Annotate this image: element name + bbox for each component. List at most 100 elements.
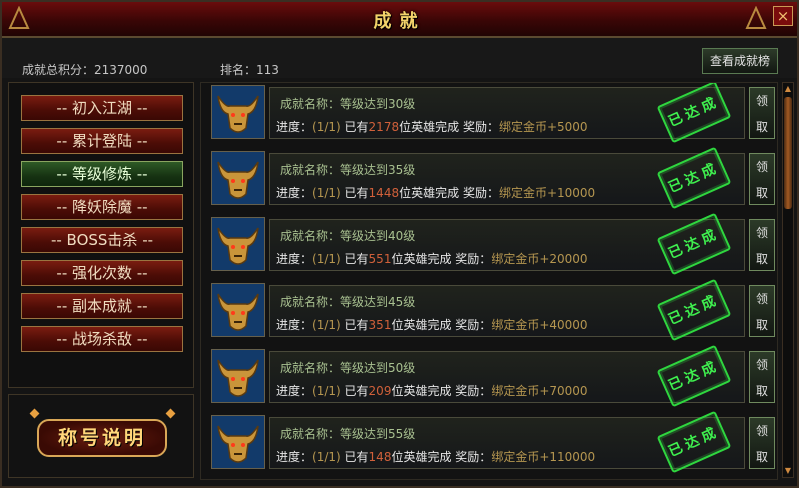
claim-label-bottom: 取 — [755, 318, 768, 332]
heroes-suffix: 位英雄完成 — [399, 186, 460, 200]
category-item[interactable]: -- 副本成就 -- — [21, 293, 183, 319]
achievement-progress: 进度：(1/1) 已有351位英雄完成 奖励：绑定金币+40000 — [276, 316, 588, 333]
achievement-progress: 进度：(1/1) 已有1448位英雄完成 奖励：绑定金币+10000 — [276, 184, 595, 201]
achievement-row: 成就名称：等级达到30级 进度：(1/1) 已有2178位英雄完成 奖励：绑定金… — [211, 83, 777, 144]
achievement-row: 成就名称：等级达到35级 进度：(1/1) 已有1448位英雄完成 奖励：绑定金… — [211, 146, 777, 210]
claim-label-bottom: 取 — [755, 120, 768, 134]
rank: 排名：113 — [220, 63, 279, 77]
achievement-progress: 进度：(1/1) 已有209位英雄完成 奖励：绑定金币+70000 — [276, 382, 588, 399]
category-item[interactable]: -- 强化次数 -- — [21, 260, 183, 286]
category-item[interactable]: -- 降妖除魔 -- — [21, 194, 183, 220]
heroes-prefix: 已有 — [344, 384, 369, 398]
achievement-row: 成就名称：等级达到40级 进度：(1/1) 已有551位英雄完成 奖励：绑定金币… — [211, 212, 777, 276]
progress-label: 进度： — [276, 384, 313, 398]
heroes-count: 148 — [368, 450, 392, 464]
heroes-prefix: 已有 — [344, 450, 369, 464]
scroll-thumb[interactable] — [784, 97, 792, 209]
category-item[interactable]: -- BOSS击杀 -- — [21, 227, 183, 253]
claim-label-top: 领 — [755, 94, 768, 108]
claim-label-bottom: 取 — [755, 450, 768, 464]
reward-value: 绑定金币+5000 — [498, 120, 588, 134]
category-sidebar: -- 初入江湖 -- -- 累计登陆 -- -- 等级修炼 -- -- 降妖除魔… — [8, 82, 194, 388]
progress-value: (1/1) — [312, 450, 341, 464]
achievement-name: 成就名称：等级达到30级 — [280, 97, 416, 111]
progress-label: 进度： — [276, 186, 313, 200]
heroes-suffix: 位英雄完成 — [391, 450, 452, 464]
window-title: 成就 — [373, 11, 426, 32]
achievement-panel: 成就名称：等级达到40级 进度：(1/1) 已有551位英雄完成 奖励：绑定金币… — [269, 212, 745, 276]
heroes-count: 209 — [368, 384, 392, 398]
claim-button[interactable]: 领取 — [749, 417, 775, 469]
bull-head-icon — [211, 85, 265, 139]
reward-label: 奖励： — [455, 318, 492, 332]
claim-label-bottom: 取 — [755, 252, 768, 266]
reward-label: 奖励： — [462, 186, 499, 200]
heroes-suffix: 位英雄完成 — [391, 384, 452, 398]
progress-value: (1/1) — [312, 186, 341, 200]
achievement-panel: 成就名称：等级达到35级 进度：(1/1) 已有1448位英雄完成 奖励：绑定金… — [269, 146, 745, 210]
progress-label: 进度： — [276, 252, 313, 266]
claim-button[interactable]: 领取 — [749, 219, 775, 271]
reward-value: 绑定金币+20000 — [491, 252, 588, 266]
scroll-up-arrow-icon[interactable]: ▲ — [783, 83, 793, 95]
title-bar: 成就 × — [2, 2, 797, 38]
completed-stamp: 已达成 — [656, 146, 732, 210]
ornament-icon — [745, 6, 767, 29]
achievement-panel: 成就名称：等级达到55级 进度：(1/1) 已有148位英雄完成 奖励：绑定金币… — [269, 410, 745, 474]
gem-icon — [29, 408, 40, 419]
progress-value: (1/1) — [312, 384, 341, 398]
achievement-progress: 进度：(1/1) 已有148位英雄完成 奖励：绑定金币+110000 — [276, 448, 595, 465]
completed-stamp: 已达成 — [656, 278, 732, 342]
heroes-suffix: 位英雄完成 — [391, 318, 452, 332]
heroes-prefix: 已有 — [344, 318, 369, 332]
heroes-prefix: 已有 — [344, 120, 369, 134]
achievement-window: 成就 × 成就总积分：2137000 排名：113 查看成就榜 -- 初入江湖 … — [0, 0, 799, 488]
claim-label-bottom: 取 — [755, 186, 768, 200]
achievement-row: 成就名称：等级达到55级 进度：(1/1) 已有148位英雄完成 奖励：绑定金币… — [211, 410, 777, 474]
achievement-name: 成就名称：等级达到40级 — [280, 229, 416, 243]
achievement-panel: 成就名称：等级达到45级 进度：(1/1) 已有351位英雄完成 奖励：绑定金币… — [269, 278, 745, 342]
claim-label-top: 领 — [755, 160, 768, 174]
reward-label: 奖励： — [455, 450, 492, 464]
reward-value: 绑定金币+70000 — [491, 384, 588, 398]
reward-label: 奖励： — [455, 384, 492, 398]
completed-stamp: 已达成 — [656, 410, 732, 474]
scrollbar[interactable]: ▲ ▼ — [782, 82, 794, 478]
heroes-count: 351 — [368, 318, 392, 332]
scroll-down-arrow-icon[interactable]: ▼ — [783, 465, 793, 477]
category-item[interactable]: -- 战场杀敌 -- — [21, 326, 183, 352]
title-explain-button[interactable]: 称号说明 — [37, 419, 167, 457]
achievement-row: 成就名称：等级达到45级 进度：(1/1) 已有351位英雄完成 奖励：绑定金币… — [211, 278, 777, 342]
achievement-panel: 成就名称：等级达到50级 进度：(1/1) 已有209位英雄完成 奖励：绑定金币… — [269, 344, 745, 408]
reward-label: 奖励： — [462, 120, 499, 134]
claim-label-top: 领 — [755, 226, 768, 240]
progress-value: (1/1) — [312, 120, 341, 134]
claim-button[interactable]: 领取 — [749, 351, 775, 403]
claim-button[interactable]: 领取 — [749, 285, 775, 337]
achievement-name: 成就名称：等级达到55级 — [280, 427, 416, 441]
view-leaderboard-button[interactable]: 查看成就榜 — [702, 48, 778, 74]
achievement-progress: 进度：(1/1) 已有551位英雄完成 奖励：绑定金币+20000 — [276, 250, 588, 267]
title-explain-panel: 称号说明 — [8, 394, 194, 478]
heroes-suffix: 位英雄完成 — [399, 120, 460, 134]
achievement-name: 成就名称：等级达到35级 — [280, 163, 416, 177]
gem-icon — [165, 408, 176, 419]
claim-button[interactable]: 领取 — [749, 87, 775, 139]
claim-button[interactable]: 领取 — [749, 153, 775, 205]
bull-head-icon — [211, 217, 265, 271]
reward-value: 绑定金币+110000 — [491, 450, 596, 464]
achievement-name: 成就名称：等级达到45级 — [280, 295, 416, 309]
category-item[interactable]: -- 累计登陆 -- — [21, 128, 183, 154]
achievement-list: 成就名称：等级达到30级 进度：(1/1) 已有2178位英雄完成 奖励：绑定金… — [200, 82, 778, 480]
progress-value: (1/1) — [312, 252, 341, 266]
progress-label: 进度： — [276, 120, 313, 134]
completed-stamp: 已达成 — [656, 83, 732, 144]
category-item-active[interactable]: -- 等级修炼 -- — [21, 161, 183, 187]
bull-head-icon — [211, 151, 265, 205]
completed-stamp: 已达成 — [656, 212, 732, 276]
achievement-name: 成就名称：等级达到50级 — [280, 361, 416, 375]
category-item[interactable]: -- 初入江湖 -- — [21, 95, 183, 121]
close-icon[interactable]: × — [773, 6, 793, 26]
heroes-count: 551 — [368, 252, 392, 266]
heroes-count: 1448 — [368, 186, 400, 200]
